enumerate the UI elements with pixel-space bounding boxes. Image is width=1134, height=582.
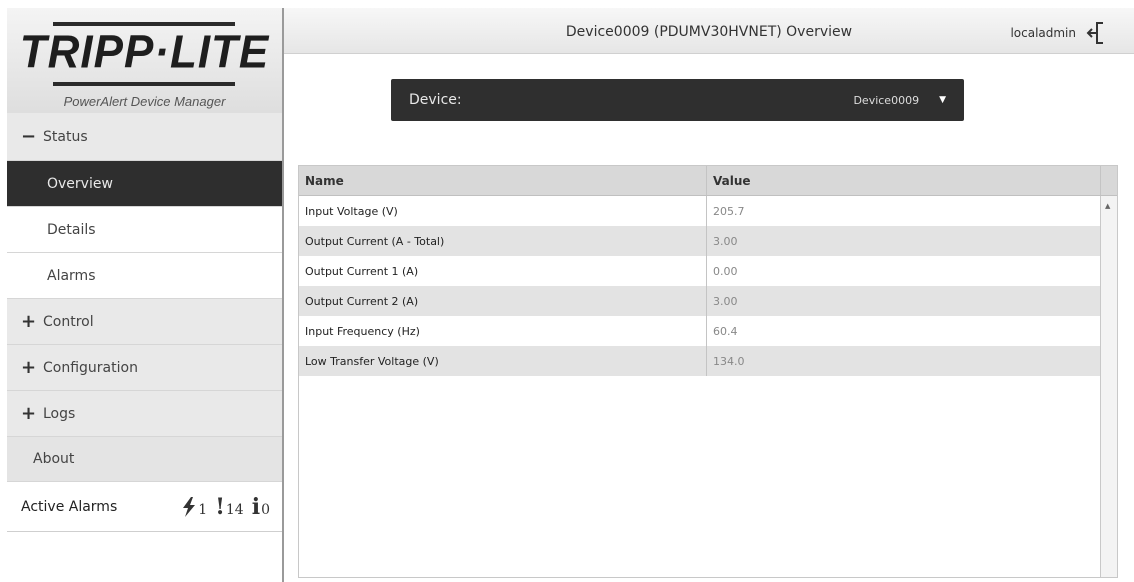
device-selector-value: Device0009 — [853, 93, 920, 107]
active-alarms[interactable]: Active Alarms 1 !14 i0 — [7, 482, 282, 532]
critical-alarm-count: 1 — [198, 501, 208, 518]
row-name: Output Current 1 (A) — [299, 256, 707, 286]
row-name: Input Frequency (Hz) — [299, 316, 707, 346]
alarm-counts: 1 !14 i0 — [181, 494, 270, 520]
app-window: TRIPP·LITE PowerAlert Device Manager − S… — [0, 0, 1134, 582]
scroll-up-icon[interactable]: ▲ — [1105, 202, 1110, 210]
brand-logo: TRIPP·LITE PowerAlert Device Manager — [7, 8, 282, 113]
logo-text: TRIPP·LITE — [19, 26, 270, 79]
row-name: Low Transfer Voltage (V) — [299, 346, 707, 376]
logout-icon[interactable] — [1086, 20, 1112, 46]
nav-item-overview[interactable]: Overview — [7, 161, 282, 207]
nav-group-configuration-label: Configuration — [43, 359, 138, 376]
row-name: Output Current 2 (A) — [299, 286, 707, 316]
warning-alarm-count: 14 — [225, 501, 244, 518]
page-header: Device0009 (PDUMV30HVNET) Overview local… — [284, 8, 1134, 54]
table-row[interactable]: Output Current (A - Total) 3.00 — [299, 226, 1117, 256]
nav-group-control-label: Control — [43, 313, 94, 330]
device-selector[interactable]: Device: Device0009 ▼ — [391, 79, 964, 121]
row-name: Input Voltage (V) — [299, 196, 707, 226]
product-name: PowerAlert Device Manager — [63, 94, 226, 109]
row-value: 205.7 — [713, 204, 745, 218]
plus-icon: + — [21, 357, 37, 378]
device-selector-label: Device: — [409, 92, 462, 108]
table-scrollbar[interactable]: ▲ — [1100, 196, 1117, 577]
table-row[interactable]: Low Transfer Voltage (V) 134.0 — [299, 346, 1117, 376]
row-value: 134.0 — [713, 354, 745, 368]
exclamation-icon[interactable]: !14 — [215, 494, 244, 520]
table-row[interactable]: Output Current 2 (A) 3.00 — [299, 286, 1117, 316]
nav-item-alarms[interactable]: Alarms — [7, 253, 282, 299]
column-header-value[interactable]: Value — [707, 166, 1100, 195]
lightning-icon[interactable]: 1 — [181, 496, 208, 518]
overview-table: Name Value Input Voltage (V) 205.7 Outpu… — [298, 165, 1118, 578]
caret-down-icon[interactable]: ▼ — [939, 95, 946, 105]
row-name: Output Current (A - Total) — [299, 226, 707, 256]
logo-rule-bottom — [53, 82, 235, 86]
info-alarm-count: 0 — [261, 501, 270, 518]
active-alarms-label: Active Alarms — [21, 498, 118, 515]
row-value: 60.4 — [713, 324, 738, 338]
page-title: Device0009 (PDUMV30HVNET) Overview — [565, 24, 853, 40]
table-row[interactable]: Input Frequency (Hz) 60.4 — [299, 316, 1117, 346]
nav-item-details[interactable]: Details — [7, 207, 282, 253]
nav-group-logs-label: Logs — [43, 405, 76, 422]
table-row[interactable]: Input Voltage (V) 205.7 — [299, 196, 1117, 226]
header-scroll-spacer — [1100, 166, 1117, 195]
row-value: 0.00 — [713, 264, 738, 278]
table-row[interactable]: Output Current 1 (A) 0.00 — [299, 256, 1117, 286]
table-header: Name Value — [299, 166, 1117, 196]
info-icon[interactable]: i0 — [252, 494, 270, 520]
sidebar: TRIPP·LITE PowerAlert Device Manager − S… — [7, 8, 282, 578]
plus-icon: + — [21, 403, 37, 424]
row-value: 3.00 — [713, 234, 738, 248]
column-header-name[interactable]: Name — [299, 166, 707, 195]
nav-group-status[interactable]: − Status — [7, 113, 282, 161]
nav-item-about[interactable]: About — [7, 437, 282, 482]
nav-group-configuration[interactable]: + Configuration — [7, 345, 282, 391]
nav-group-logs[interactable]: + Logs — [7, 391, 282, 437]
plus-icon: + — [21, 311, 37, 332]
user-name[interactable]: localadmin — [1010, 26, 1076, 40]
row-value: 3.00 — [713, 294, 738, 308]
minus-icon: − — [21, 126, 37, 147]
sidebar-divider — [282, 8, 284, 582]
nav-group-control[interactable]: + Control — [7, 299, 282, 345]
nav-group-status-label: Status — [43, 128, 88, 145]
